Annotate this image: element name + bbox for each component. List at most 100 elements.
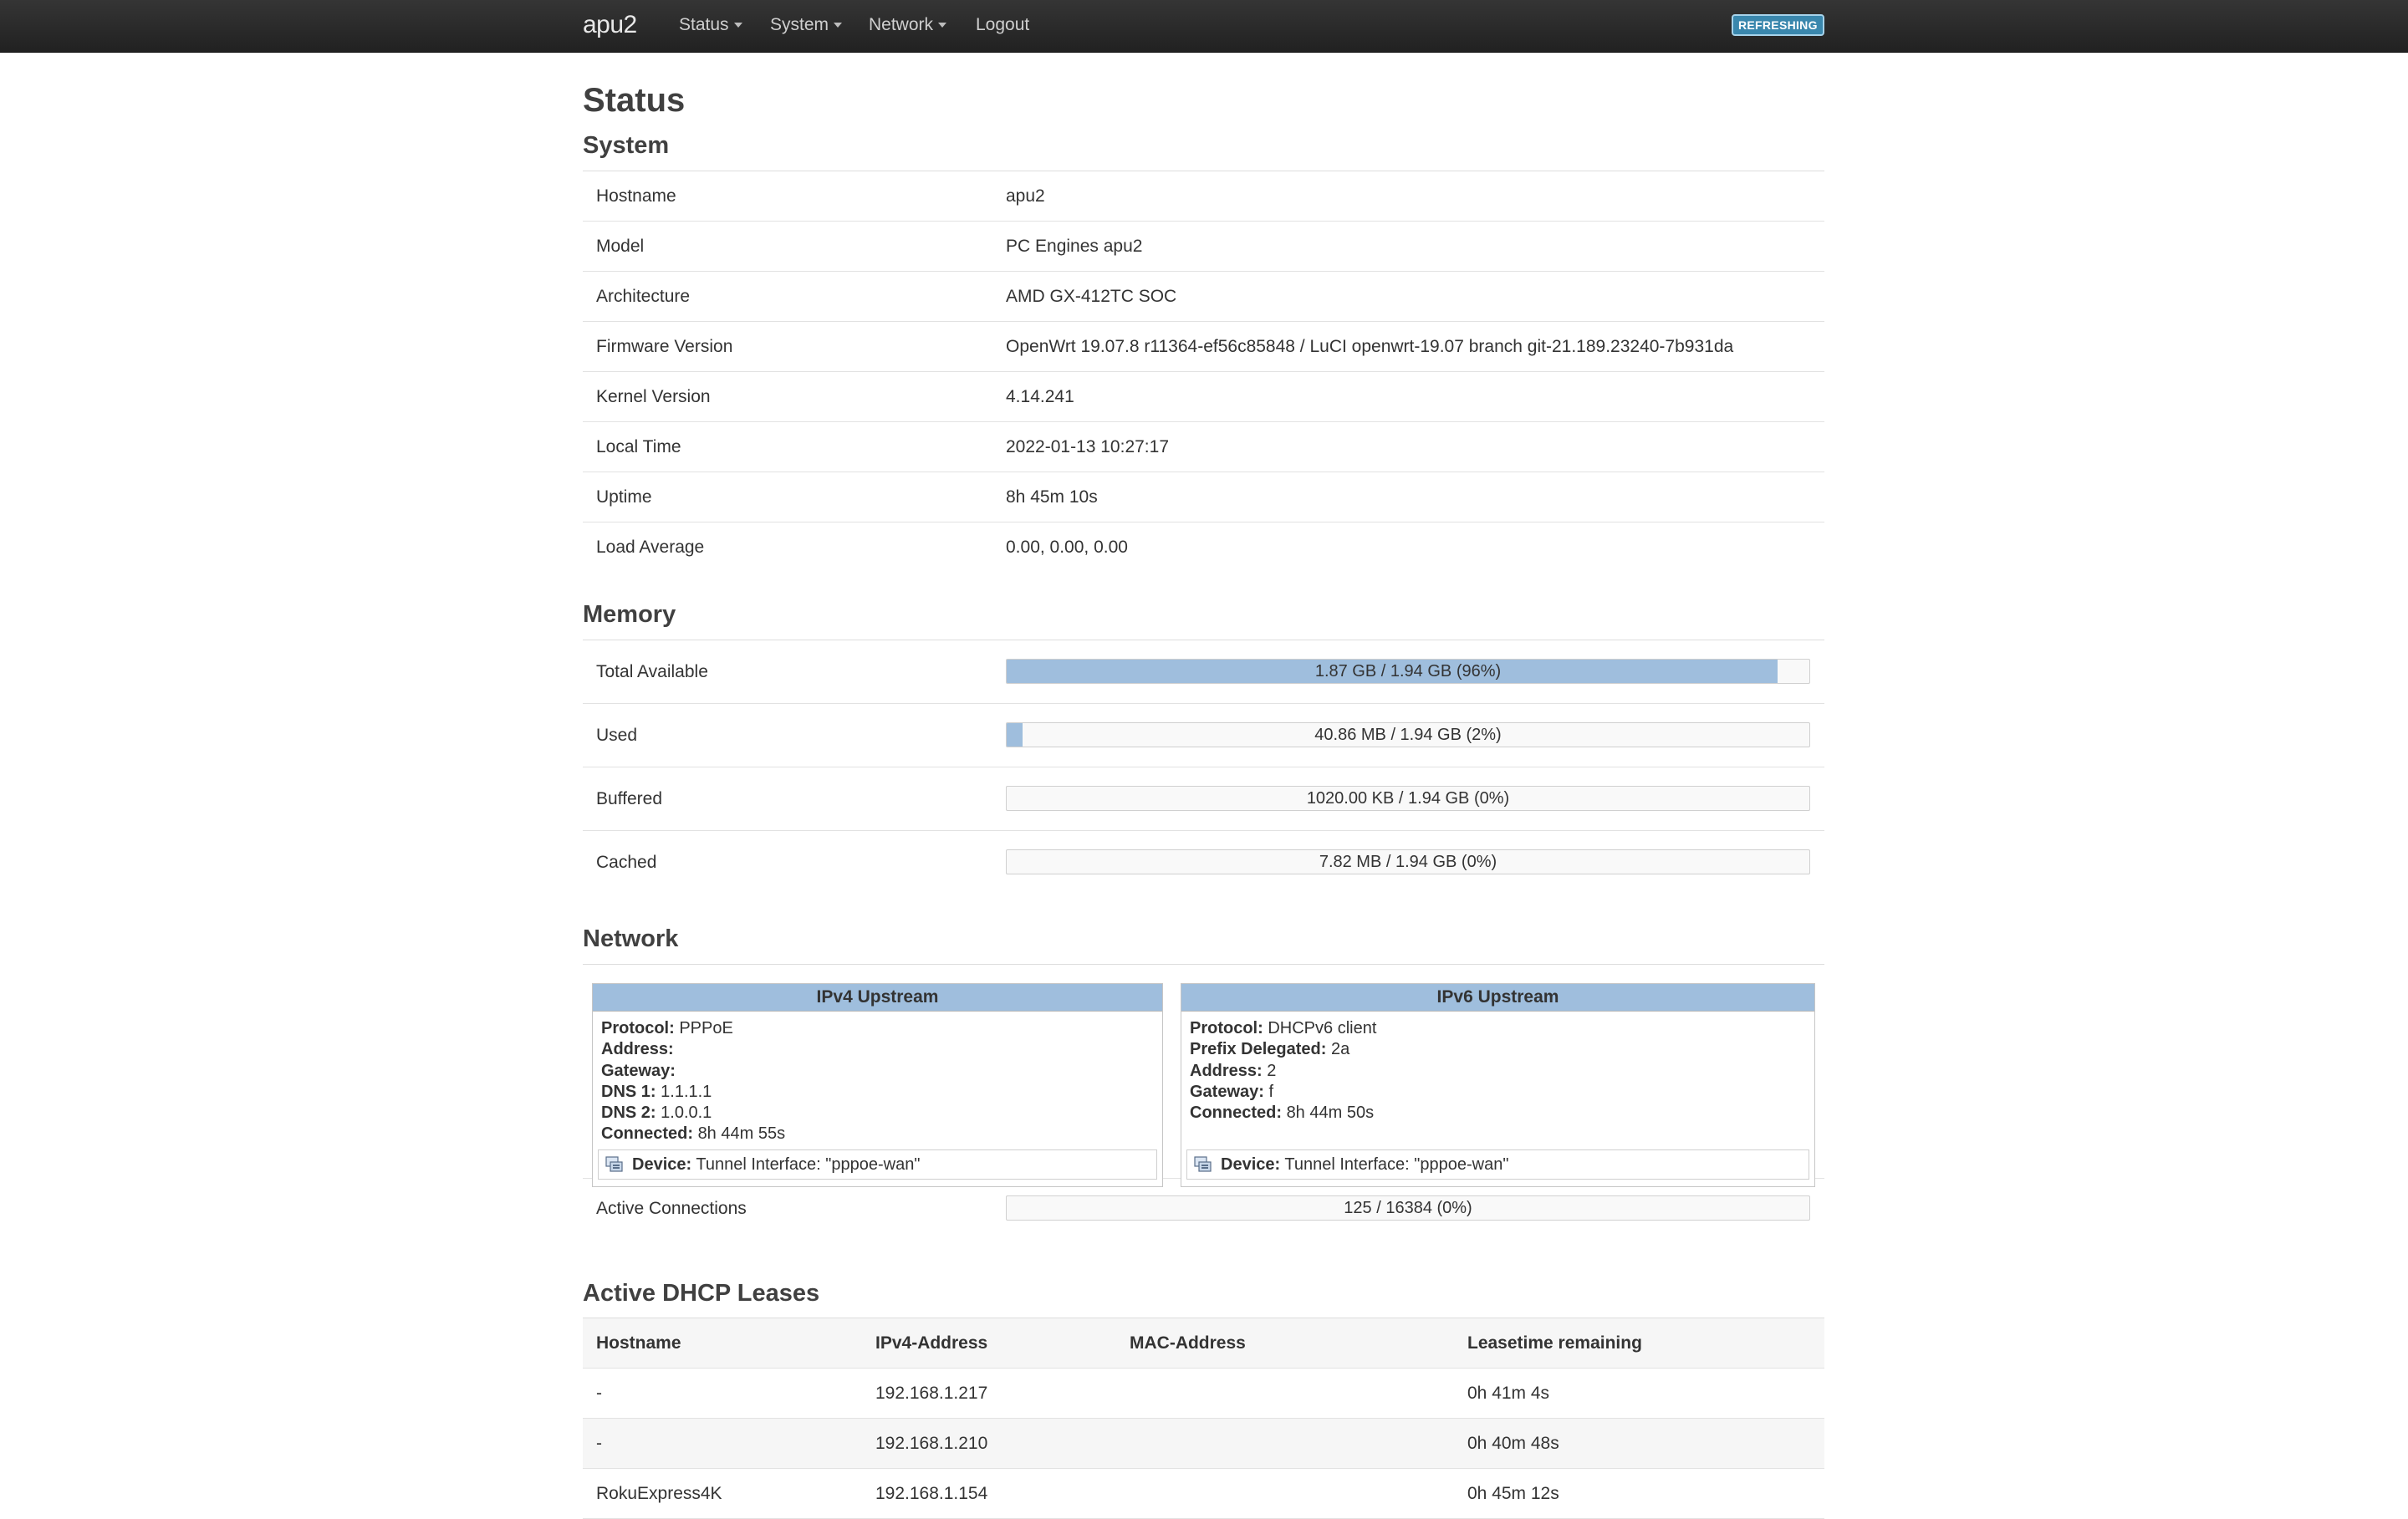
refreshing-badge[interactable]: REFRESHING — [1732, 14, 1824, 36]
nav-menu-system[interactable]: System — [770, 15, 843, 35]
row-value: 0.00, 0.00, 0.00 — [1006, 538, 1128, 557]
progress-bar: 40.86 MB / 1.94 GB (2%) — [1006, 722, 1810, 747]
table-row: Local Time 2022-01-13 10:27:17 — [583, 422, 1824, 472]
nav-logout[interactable]: Logout — [976, 15, 1029, 35]
row-key: Hostname — [596, 186, 676, 206]
table-row: Model PC Engines apu2 — [583, 222, 1824, 272]
table-row: RokuExpress4K 192.168.1.154 0h 45m 12s — [583, 1469, 1824, 1519]
row-key: Model — [596, 237, 645, 256]
row-value: PC Engines apu2 — [1006, 237, 1143, 256]
memory-row-buffered: Buffered 1020.00 KB / 1.94 GB (0%) — [583, 767, 1824, 831]
row-key: Buffered — [596, 789, 663, 808]
progress-bar: 1.87 GB / 1.94 GB (96%) — [1006, 659, 1810, 684]
table-row: Firmware Version OpenWrt 19.07.8 r11364-e… — [583, 322, 1824, 372]
row-key: Used — [596, 726, 638, 745]
row-value: 2022-01-13 10:27:17 — [1006, 437, 1169, 456]
ipv4-upstream-details: Protocol: PPPoE Address: Gateway: DNS 1:… — [593, 1012, 1162, 1145]
field-label: Protocol: — [601, 1019, 675, 1037]
lease-time: 0h 45m 12s — [1467, 1484, 1559, 1503]
ipv4-protocol: PPPoE — [679, 1019, 733, 1037]
ipv6-device: Tunnel Interface: "pppoe-wan" — [1284, 1155, 1509, 1174]
memory-heading: Memory — [583, 601, 676, 628]
ipv4-dns2: 1.0.0.1 — [661, 1104, 712, 1123]
network-interfaces: IPv4 Upstream Protocol: PPPoE Address: G… — [583, 964, 1824, 1187]
lease-time: 0h 41m 4s — [1467, 1384, 1550, 1403]
row-key: Architecture — [596, 287, 691, 306]
network-interface-icon — [1194, 1156, 1212, 1172]
chevron-down-icon — [834, 23, 843, 28]
top-navbar: apu2 Status System Network Logout REFRES… — [0, 0, 2408, 53]
row-key: Active Connections — [596, 1199, 747, 1218]
ipv6-connected: 8h 44m 50s — [1286, 1104, 1375, 1123]
network-heading: Network — [583, 925, 679, 952]
field-label: DNS 2: — [601, 1104, 656, 1123]
ipv6-device-row: Device: Tunnel Interface: "pppoe-wan" — [1186, 1149, 1809, 1180]
ipv6-upstream-title: IPv6 Upstream — [1181, 984, 1814, 1012]
nav-menu-system-label: System — [770, 15, 829, 34]
lease-hostname: - — [596, 1434, 602, 1453]
nav-menu-network[interactable]: Network — [869, 15, 947, 35]
memory-row-total: Total Available 1.87 GB / 1.94 GB (96%) — [583, 640, 1824, 704]
ipv6-address: 2 — [1267, 1061, 1277, 1080]
progress-bar: 1020.00 KB / 1.94 GB (0%) — [1006, 786, 1810, 811]
column-header-ipv4: IPv4-Address — [875, 1333, 988, 1353]
progress-bar: 125 / 16384 (0%) — [1006, 1195, 1810, 1221]
network-interface-icon — [605, 1156, 623, 1172]
field-label: Connected: — [601, 1124, 693, 1144]
lease-ipv4: 192.168.1.217 — [875, 1384, 988, 1403]
row-value: 8h 45m 10s — [1006, 487, 1098, 507]
ipv4-dns1: 1.1.1.1 — [661, 1082, 712, 1101]
row-value: apu2 — [1006, 186, 1045, 206]
row-value: OpenWrt 19.07.8 r11364-ef56c85848 / LuCI… — [1006, 337, 1734, 356]
row-value: 4.14.241 — [1006, 387, 1074, 406]
column-header-mac: MAC-Address — [1130, 1333, 1246, 1353]
ipv4-upstream-title: IPv4 Upstream — [593, 984, 1162, 1012]
progress-label: 125 / 16384 (0%) — [1344, 1199, 1472, 1217]
lease-hostname: RokuExpress4K — [596, 1484, 722, 1503]
field-label: DNS 1: — [601, 1082, 656, 1101]
field-label: Address: — [601, 1040, 674, 1059]
row-key: Kernel Version — [596, 387, 711, 406]
memory-row-used: Used 40.86 MB / 1.94 GB (2%) — [583, 704, 1824, 767]
table-row: - 192.168.1.210 0h 40m 48s — [583, 1419, 1824, 1469]
ipv6-upstream-box: IPv6 Upstream Protocol: DHCPv6 client Pr… — [1181, 983, 1815, 1187]
progress-label: 1.87 GB / 1.94 GB (96%) — [1314, 662, 1502, 680]
lease-time: 0h 40m 48s — [1467, 1434, 1559, 1453]
lease-ipv4: 192.168.1.154 — [875, 1484, 988, 1503]
nav-menu-network-label: Network — [869, 15, 934, 34]
ipv4-device-row: Device: Tunnel Interface: "pppoe-wan" — [598, 1149, 1157, 1180]
field-label: Gateway: — [601, 1061, 676, 1080]
table-row: Uptime 8h 45m 10s — [583, 472, 1824, 522]
ipv4-upstream-box: IPv4 Upstream Protocol: PPPoE Address: G… — [592, 983, 1163, 1187]
table-row: Kernel Version 4.14.241 — [583, 372, 1824, 422]
field-label: Address: — [1190, 1061, 1263, 1080]
system-table: Hostname apu2 Model PC Engines apu2 Archit… — [583, 171, 1824, 572]
field-label: Gateway: — [1190, 1082, 1264, 1101]
active-connections-row: Active Connections 125 / 16384 (0%) — [583, 1177, 1824, 1240]
table-row: Architecture AMD GX-412TC SOC — [583, 272, 1824, 322]
row-key: Cached — [596, 853, 657, 872]
field-label: Device: — [1221, 1155, 1281, 1174]
connections-table: Active Connections 125 / 16384 (0%) — [583, 1177, 1824, 1240]
brand-link[interactable]: apu2 — [583, 11, 637, 39]
page-title: Status — [583, 82, 686, 119]
row-value: AMD GX-412TC SOC — [1006, 287, 1177, 306]
progress-label: 7.82 MB / 1.94 GB (0%) — [1319, 853, 1497, 871]
field-label: Protocol: — [1190, 1019, 1263, 1037]
progress-label: 1020.00 KB / 1.94 GB (0%) — [1306, 789, 1510, 808]
ipv6-upstream-details: Protocol: DHCPv6 client Prefix Delegated… — [1181, 1012, 1814, 1124]
table-row: Load Average 0.00, 0.00, 0.00 — [583, 522, 1824, 572]
row-key: Firmware Version — [596, 337, 733, 356]
ipv4-device: Tunnel Interface: "pppoe-wan" — [696, 1155, 921, 1174]
memory-row-cached: Cached 7.82 MB / 1.94 GB (0%) — [583, 831, 1824, 894]
dhcp-heading: Active DHCP Leases — [583, 1280, 820, 1307]
ipv6-gateway: f — [1268, 1082, 1274, 1101]
lease-hostname: - — [596, 1384, 602, 1403]
chevron-down-icon — [733, 23, 742, 28]
field-label: Device: — [632, 1155, 692, 1174]
nav-menu-status-label: Status — [679, 15, 729, 34]
row-key: Load Average — [596, 538, 705, 557]
field-label: Connected: — [1190, 1104, 1282, 1123]
nav-menu-status[interactable]: Status — [679, 15, 742, 35]
row-key: Uptime — [596, 487, 652, 507]
